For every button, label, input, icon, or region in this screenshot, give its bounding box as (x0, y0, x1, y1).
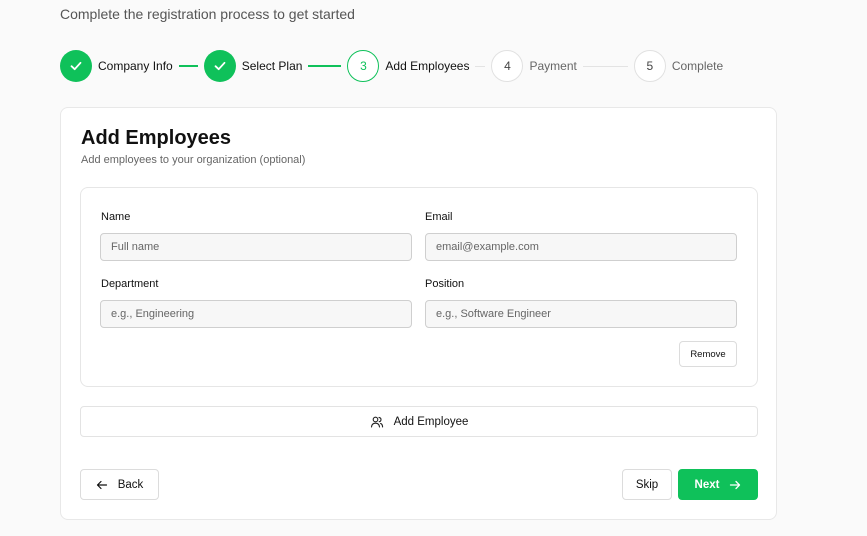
position-label: Position (425, 278, 465, 290)
step-connector (178, 65, 198, 67)
check-icon (203, 50, 236, 82)
next-button[interactable]: Next (678, 469, 758, 500)
back-label: Back (117, 478, 144, 491)
step-company-info: Company Info (60, 50, 173, 82)
users-icon (370, 415, 384, 429)
name-label: Name (101, 211, 131, 223)
arrow-right-icon (729, 479, 741, 491)
step-connector (475, 65, 486, 67)
step-number: 5 (633, 50, 666, 82)
next-label: Next (694, 478, 720, 491)
step-complete: 5 Complete (633, 50, 724, 82)
step-label: Select Plan (241, 59, 303, 73)
arrow-left-icon (96, 479, 108, 491)
step-connector (582, 65, 628, 67)
card-description: Add employees to your organization (opti… (81, 154, 306, 166)
step-label: Payment (529, 59, 577, 73)
progress-stepper: Company Info Select Plan 3 Add Employees… (60, 50, 723, 82)
step-label: Complete (671, 59, 724, 73)
remove-employee-button[interactable]: Remove (679, 341, 737, 367)
step-number: 4 (491, 50, 524, 82)
card-title: Add Employees (81, 127, 232, 149)
email-label: Email (425, 211, 453, 223)
step-add-employees: 3 Add Employees (347, 50, 469, 82)
employee-entry: Name Email Department Position Remove (80, 187, 758, 387)
step-number: 3 (347, 50, 380, 82)
check-icon (60, 50, 92, 82)
step-select-plan: Select Plan (203, 50, 303, 82)
back-button[interactable]: Back (80, 469, 159, 500)
add-employees-card: Add Employees Add employees to your orga… (60, 107, 777, 520)
step-label: Add Employees (385, 59, 470, 73)
department-input[interactable] (100, 300, 412, 328)
add-employee-label: Add Employee (393, 415, 469, 428)
step-label: Company Info (98, 59, 173, 73)
add-employee-button[interactable]: Add Employee (80, 406, 758, 437)
name-input[interactable] (100, 233, 412, 261)
step-payment: 4 Payment (491, 50, 577, 82)
email-input[interactable] (425, 233, 737, 261)
department-label: Department (101, 278, 159, 290)
step-connector (308, 65, 342, 67)
position-input[interactable] (425, 300, 737, 328)
skip-button[interactable]: Skip (622, 469, 672, 500)
page-subtitle: Complete the registration process to get… (60, 6, 355, 22)
